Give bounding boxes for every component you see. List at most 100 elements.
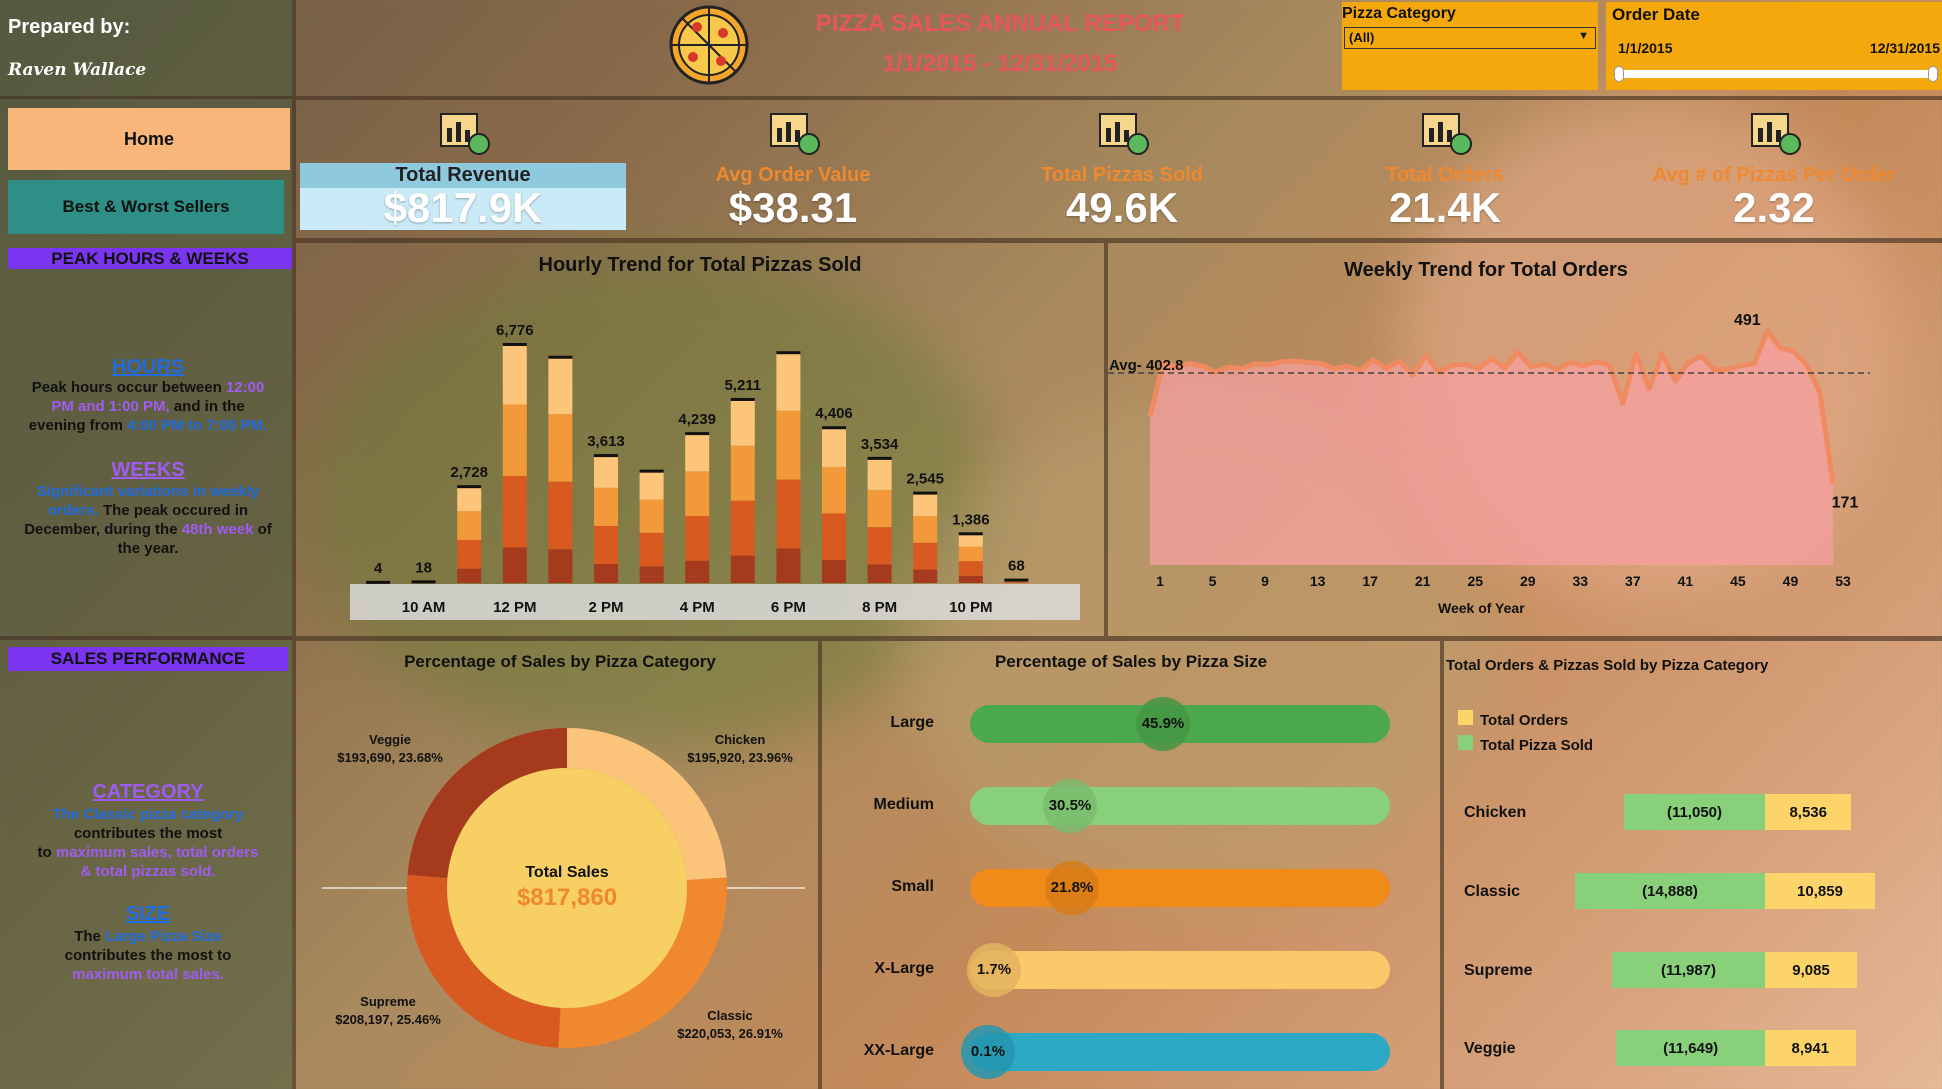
weekly-tick-label: 17: [1362, 573, 1378, 589]
category-text-line3: to maximum sales, total orders: [37, 844, 259, 861]
category-pie-title: Percentage of Sales by Pizza Category: [404, 652, 716, 671]
hourly-bar-segment: [822, 428, 846, 467]
hourly-bar-segment: [822, 513, 846, 560]
date-slider-start-handle[interactable]: [1614, 66, 1624, 82]
weekly-tick-label: 25: [1467, 573, 1483, 589]
size-label-small: Small: [891, 878, 934, 895]
hourly-data-label: 18: [415, 559, 432, 576]
author-signature: Raven Wallace: [8, 60, 147, 80]
cat-orders-label-chicken: 8,536: [1789, 804, 1827, 821]
hourly-bar-segment: [776, 479, 801, 549]
pizza-category-value: (All): [1349, 30, 1375, 45]
weekly-tick-label: 45: [1730, 573, 1746, 589]
best-worst-sellers-label: Best & Worst Sellers: [62, 197, 230, 216]
hourly-bar-segment: [685, 560, 710, 583]
weekly-tick-label: 37: [1625, 573, 1641, 589]
legend-orders-label: Total Orders: [1480, 712, 1569, 729]
hours-text-line3: evening from 4:00 PM to 7:00 PM.: [28, 417, 268, 434]
hourly-bar-segment: [685, 434, 710, 472]
size-pill-xx-large: [970, 1033, 1390, 1071]
weekly-tick-label: 33: [1573, 573, 1589, 589]
hourly-data-label: 3,534: [861, 436, 899, 453]
date-slider-end-handle[interactable]: [1928, 66, 1938, 82]
hourly-bar-segment: [457, 511, 482, 540]
weekly-tick-label: 9: [1261, 573, 1269, 589]
size-label-x-large: X-Large: [874, 960, 934, 977]
category-text-line4: & total pizzas sold.: [80, 863, 216, 880]
date-end-value: 12/31/2015: [1869, 40, 1940, 56]
weekly-average-label: Avg- 402.8: [1109, 357, 1183, 374]
weeks-text-line4: the year.: [117, 540, 179, 557]
hourly-bar-segment: [867, 527, 892, 565]
hourly-bar-segment: [822, 466, 846, 514]
hourly-bar-segment: [685, 515, 710, 561]
pie-label-name: Supreme: [360, 994, 416, 1009]
pizza-category-dropdown[interactable]: (All) ▼: [1344, 27, 1596, 49]
size-text-line3: maximum total sales.: [72, 966, 224, 983]
icon-accent: [468, 133, 490, 155]
kpi-value-1: $38.31: [728, 184, 858, 231]
clipboard-box-icon: [1092, 100, 1152, 160]
hourly-data-label: 1,386: [952, 511, 990, 528]
legend-pizzas-swatch: [1458, 735, 1473, 750]
hourly-data-label: 4,239: [678, 411, 716, 428]
weekly-tick-label: 53: [1835, 573, 1851, 589]
hours-text-line2: PM and 1:00 PM, and in the: [51, 398, 245, 415]
size-value-large: 45.9%: [1141, 715, 1185, 732]
icon-accent: [798, 133, 820, 155]
cat-orders-label-supreme: 9,085: [1792, 962, 1830, 979]
icon-bar: [1106, 128, 1111, 142]
hourly-tick-label: 4 PM: [680, 599, 715, 616]
cat-label-chicken: Chicken: [1464, 804, 1527, 821]
hourly-bar-cap: [958, 532, 983, 536]
hourly-bar-segment: [730, 445, 755, 501]
weekly-last-label: 171: [1832, 494, 1859, 511]
legend-pizzas-label: Total Pizza Sold: [1480, 737, 1594, 754]
cat-orders-label-classic: 10,859: [1797, 883, 1843, 900]
hourly-bar-segment: [730, 500, 755, 556]
cat-pizzas-label-chicken: (11,050): [1666, 804, 1722, 821]
date-slider-track[interactable]: [1620, 70, 1934, 78]
best-worst-sellers-button[interactable]: Best & Worst Sellers: [8, 180, 284, 234]
hourly-data-label: 6,776: [496, 322, 534, 339]
size-pill-medium: [970, 787, 1390, 825]
icon-bar: [1429, 128, 1434, 142]
icon-bar: [456, 122, 461, 142]
hourly-bar-segment: [913, 542, 938, 570]
hourly-bar-segment: [913, 569, 938, 583]
hourly-bar-segment: [822, 559, 846, 583]
kpi-value-4: 2.32: [1733, 184, 1815, 231]
category-text-line1: The Classic pizza category: [52, 806, 244, 823]
hourly-bar-segment: [958, 546, 983, 562]
hourly-bar-segment: [594, 487, 618, 526]
hourly-bar-segment: [867, 564, 892, 583]
hourly-bar-segment: [502, 345, 527, 405]
icon-accent: [1450, 133, 1472, 155]
peak-hours-title: PEAK HOURS & WEEKS: [8, 248, 292, 269]
size-value-x-large: 1.7%: [976, 961, 1012, 978]
hourly-bar-segment: [502, 475, 527, 548]
pie-label-value: $208,197, 25.46%: [335, 1012, 441, 1027]
size-pill-x-large: [970, 951, 1390, 989]
hourly-bar-cap: [457, 485, 482, 489]
size-chart-title: Percentage of Sales by Pizza Size: [994, 652, 1268, 671]
hourly-bar-segment: [776, 410, 801, 480]
hourly-bar-cap: [411, 580, 436, 584]
hourly-bar-cap: [913, 491, 938, 495]
pie-label-name: Chicken: [715, 732, 766, 747]
weekly-tick-label: 21: [1415, 573, 1431, 589]
icon-accent: [1779, 133, 1801, 155]
size-label-medium: Medium: [873, 796, 934, 813]
size-label-large: Large: [890, 714, 934, 731]
weekly-tick-label: 13: [1310, 573, 1326, 589]
weekly-area-chart: Avg- 402.8 491 171 1 5 9 13 17 21 25 29 33 37 41 45 49 5…: [1108, 312, 1870, 589]
hourly-bar-segment: [594, 563, 618, 583]
hourly-bar-segment: [776, 353, 801, 411]
order-date-label: Order Date: [1612, 5, 1700, 24]
pizza-logo-icon: [667, 3, 751, 87]
pizza-category-label: Pizza Category: [1342, 5, 1456, 22]
chevron-down-icon: ▼: [1578, 30, 1589, 42]
hourly-bar-segment: [594, 525, 618, 564]
home-button[interactable]: Home: [8, 108, 290, 170]
bar-chart-icon: [763, 100, 823, 160]
